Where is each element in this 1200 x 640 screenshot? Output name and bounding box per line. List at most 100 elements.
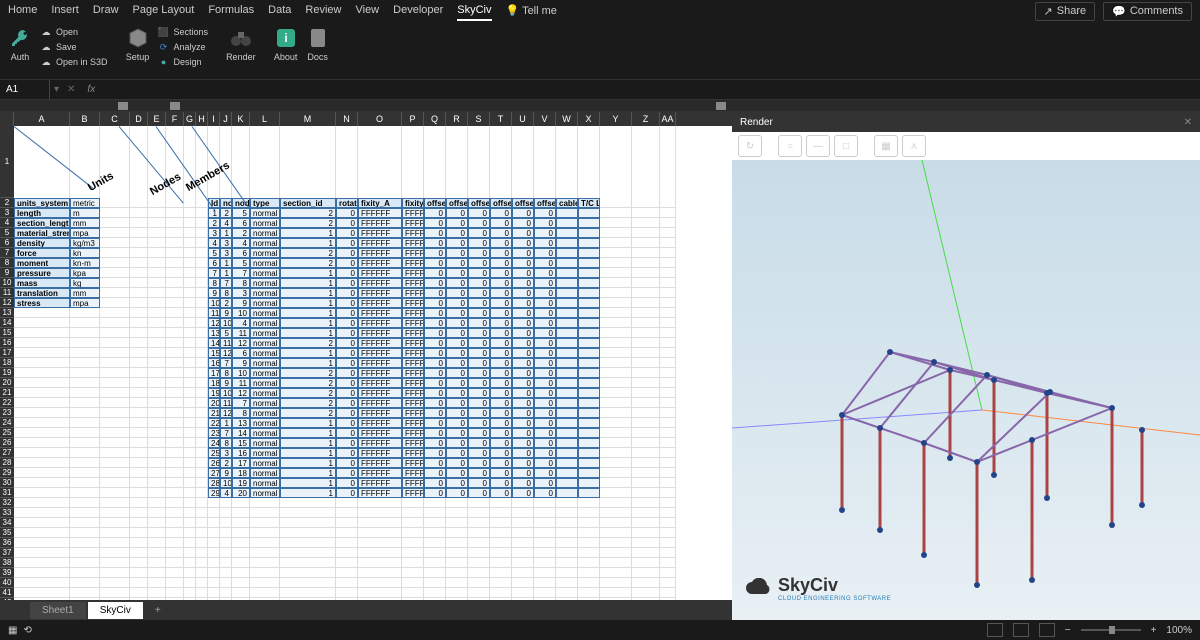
cell-Y5[interactable] — [600, 228, 632, 238]
cell-C8[interactable] — [100, 258, 130, 268]
cell-A1[interactable] — [14, 126, 70, 198]
row-header-6[interactable]: 6 — [0, 238, 14, 248]
cell-K31[interactable]: 20 — [232, 488, 250, 498]
cell-R37[interactable] — [446, 548, 468, 558]
cell-U24[interactable]: 0 — [512, 418, 534, 428]
cell-T30[interactable]: 0 — [490, 478, 512, 488]
cell-G25[interactable] — [184, 428, 196, 438]
cell-B39[interactable] — [70, 568, 100, 578]
cell-AA36[interactable] — [660, 538, 676, 548]
cell-I35[interactable] — [208, 528, 220, 538]
cell-B38[interactable] — [70, 558, 100, 568]
cell-R36[interactable] — [446, 538, 468, 548]
cell-S2[interactable]: offset_Az — [468, 198, 490, 208]
cell-W20[interactable] — [556, 378, 578, 388]
cell-T8[interactable]: 0 — [490, 258, 512, 268]
cell-M39[interactable] — [280, 568, 336, 578]
cell-AA10[interactable] — [660, 278, 676, 288]
cell-B36[interactable] — [70, 538, 100, 548]
cell-O18[interactable]: FFFFFF — [358, 358, 402, 368]
cell-Z35[interactable] — [632, 528, 660, 538]
cell-P25[interactable]: FFFFFF — [402, 428, 424, 438]
cell-N35[interactable] — [336, 528, 358, 538]
cell-Y14[interactable] — [600, 318, 632, 328]
cell-E14[interactable] — [148, 318, 166, 328]
row-header-22[interactable]: 22 — [0, 398, 14, 408]
ribbon-tab-view[interactable]: View — [355, 1, 379, 21]
cell-N18[interactable]: 0 — [336, 358, 358, 368]
cell-T13[interactable]: 0 — [490, 308, 512, 318]
cell-U27[interactable]: 0 — [512, 448, 534, 458]
cell-T7[interactable]: 0 — [490, 248, 512, 258]
cell-Q5[interactable]: 0 — [424, 228, 446, 238]
cell-C33[interactable] — [100, 508, 130, 518]
cell-AA15[interactable] — [660, 328, 676, 338]
fx-cancel[interactable]: ✕ — [63, 84, 79, 95]
cell-T40[interactable] — [490, 578, 512, 588]
save-button[interactable]: ☁Save — [40, 41, 108, 53]
cell-X27[interactable] — [578, 448, 600, 458]
cell-B29[interactable] — [70, 468, 100, 478]
cell-Z9[interactable] — [632, 268, 660, 278]
cell-G12[interactable] — [184, 298, 196, 308]
cell-M28[interactable]: 1 — [280, 458, 336, 468]
cell-J38[interactable] — [220, 558, 232, 568]
row-header-11[interactable]: 11 — [0, 288, 14, 298]
cell-N4[interactable]: 0 — [336, 218, 358, 228]
cell-V19[interactable]: 0 — [534, 368, 556, 378]
cell-J20[interactable]: 9 — [220, 378, 232, 388]
cell-V28[interactable]: 0 — [534, 458, 556, 468]
add-sheet-button[interactable]: + — [149, 601, 167, 619]
ribbon-tab-draw[interactable]: Draw — [93, 1, 119, 21]
cell-P15[interactable]: FFFFFF — [402, 328, 424, 338]
cell-G32[interactable] — [184, 498, 196, 508]
cell-A26[interactable] — [14, 438, 70, 448]
cell-V1[interactable] — [534, 126, 556, 198]
cell-E32[interactable] — [148, 498, 166, 508]
cell-Y33[interactable] — [600, 508, 632, 518]
cell-R34[interactable] — [446, 518, 468, 528]
status-icon-1[interactable]: ▦ — [8, 625, 17, 636]
cell-Z12[interactable] — [632, 298, 660, 308]
cell-L15[interactable]: normal_continuous — [250, 328, 280, 338]
cell-R28[interactable]: 0 — [446, 458, 468, 468]
cell-P19[interactable]: FFFFFF — [402, 368, 424, 378]
cell-O39[interactable] — [358, 568, 402, 578]
cell-X7[interactable] — [578, 248, 600, 258]
cell-Y37[interactable] — [600, 548, 632, 558]
cell-N30[interactable]: 0 — [336, 478, 358, 488]
col-header-E[interactable]: E — [148, 112, 166, 126]
row-header-34[interactable]: 34 — [0, 518, 14, 528]
cell-W16[interactable] — [556, 338, 578, 348]
cell-O24[interactable]: FFFFFF — [358, 418, 402, 428]
cell-Z32[interactable] — [632, 498, 660, 508]
cell-L20[interactable]: normal_continuous — [250, 378, 280, 388]
view-layout-button[interactable] — [1013, 623, 1029, 637]
name-box[interactable]: A1 — [0, 80, 50, 99]
cell-B11[interactable]: mm — [70, 288, 100, 298]
cell-N22[interactable]: 0 — [336, 398, 358, 408]
cell-B30[interactable] — [70, 478, 100, 488]
cell-H21[interactable] — [196, 388, 208, 398]
cell-D33[interactable] — [130, 508, 148, 518]
cell-D22[interactable] — [130, 398, 148, 408]
cell-M36[interactable] — [280, 538, 336, 548]
cell-Y10[interactable] — [600, 278, 632, 288]
cell-O1[interactable] — [358, 126, 402, 198]
cell-F18[interactable] — [166, 358, 184, 368]
cell-L41[interactable] — [250, 588, 280, 598]
cell-Q2[interactable]: offset_Ax — [424, 198, 446, 208]
cell-L39[interactable] — [250, 568, 280, 578]
cell-Y20[interactable] — [600, 378, 632, 388]
cell-Y15[interactable] — [600, 328, 632, 338]
cell-K35[interactable] — [232, 528, 250, 538]
cell-Y35[interactable] — [600, 528, 632, 538]
cell-J33[interactable] — [220, 508, 232, 518]
cell-U28[interactable]: 0 — [512, 458, 534, 468]
cell-W34[interactable] — [556, 518, 578, 528]
cell-G1[interactable] — [184, 126, 196, 198]
cell-E29[interactable] — [148, 468, 166, 478]
cell-G21[interactable] — [184, 388, 196, 398]
cell-X2[interactable]: T/C Limit — [578, 198, 600, 208]
cell-C2[interactable] — [100, 198, 130, 208]
